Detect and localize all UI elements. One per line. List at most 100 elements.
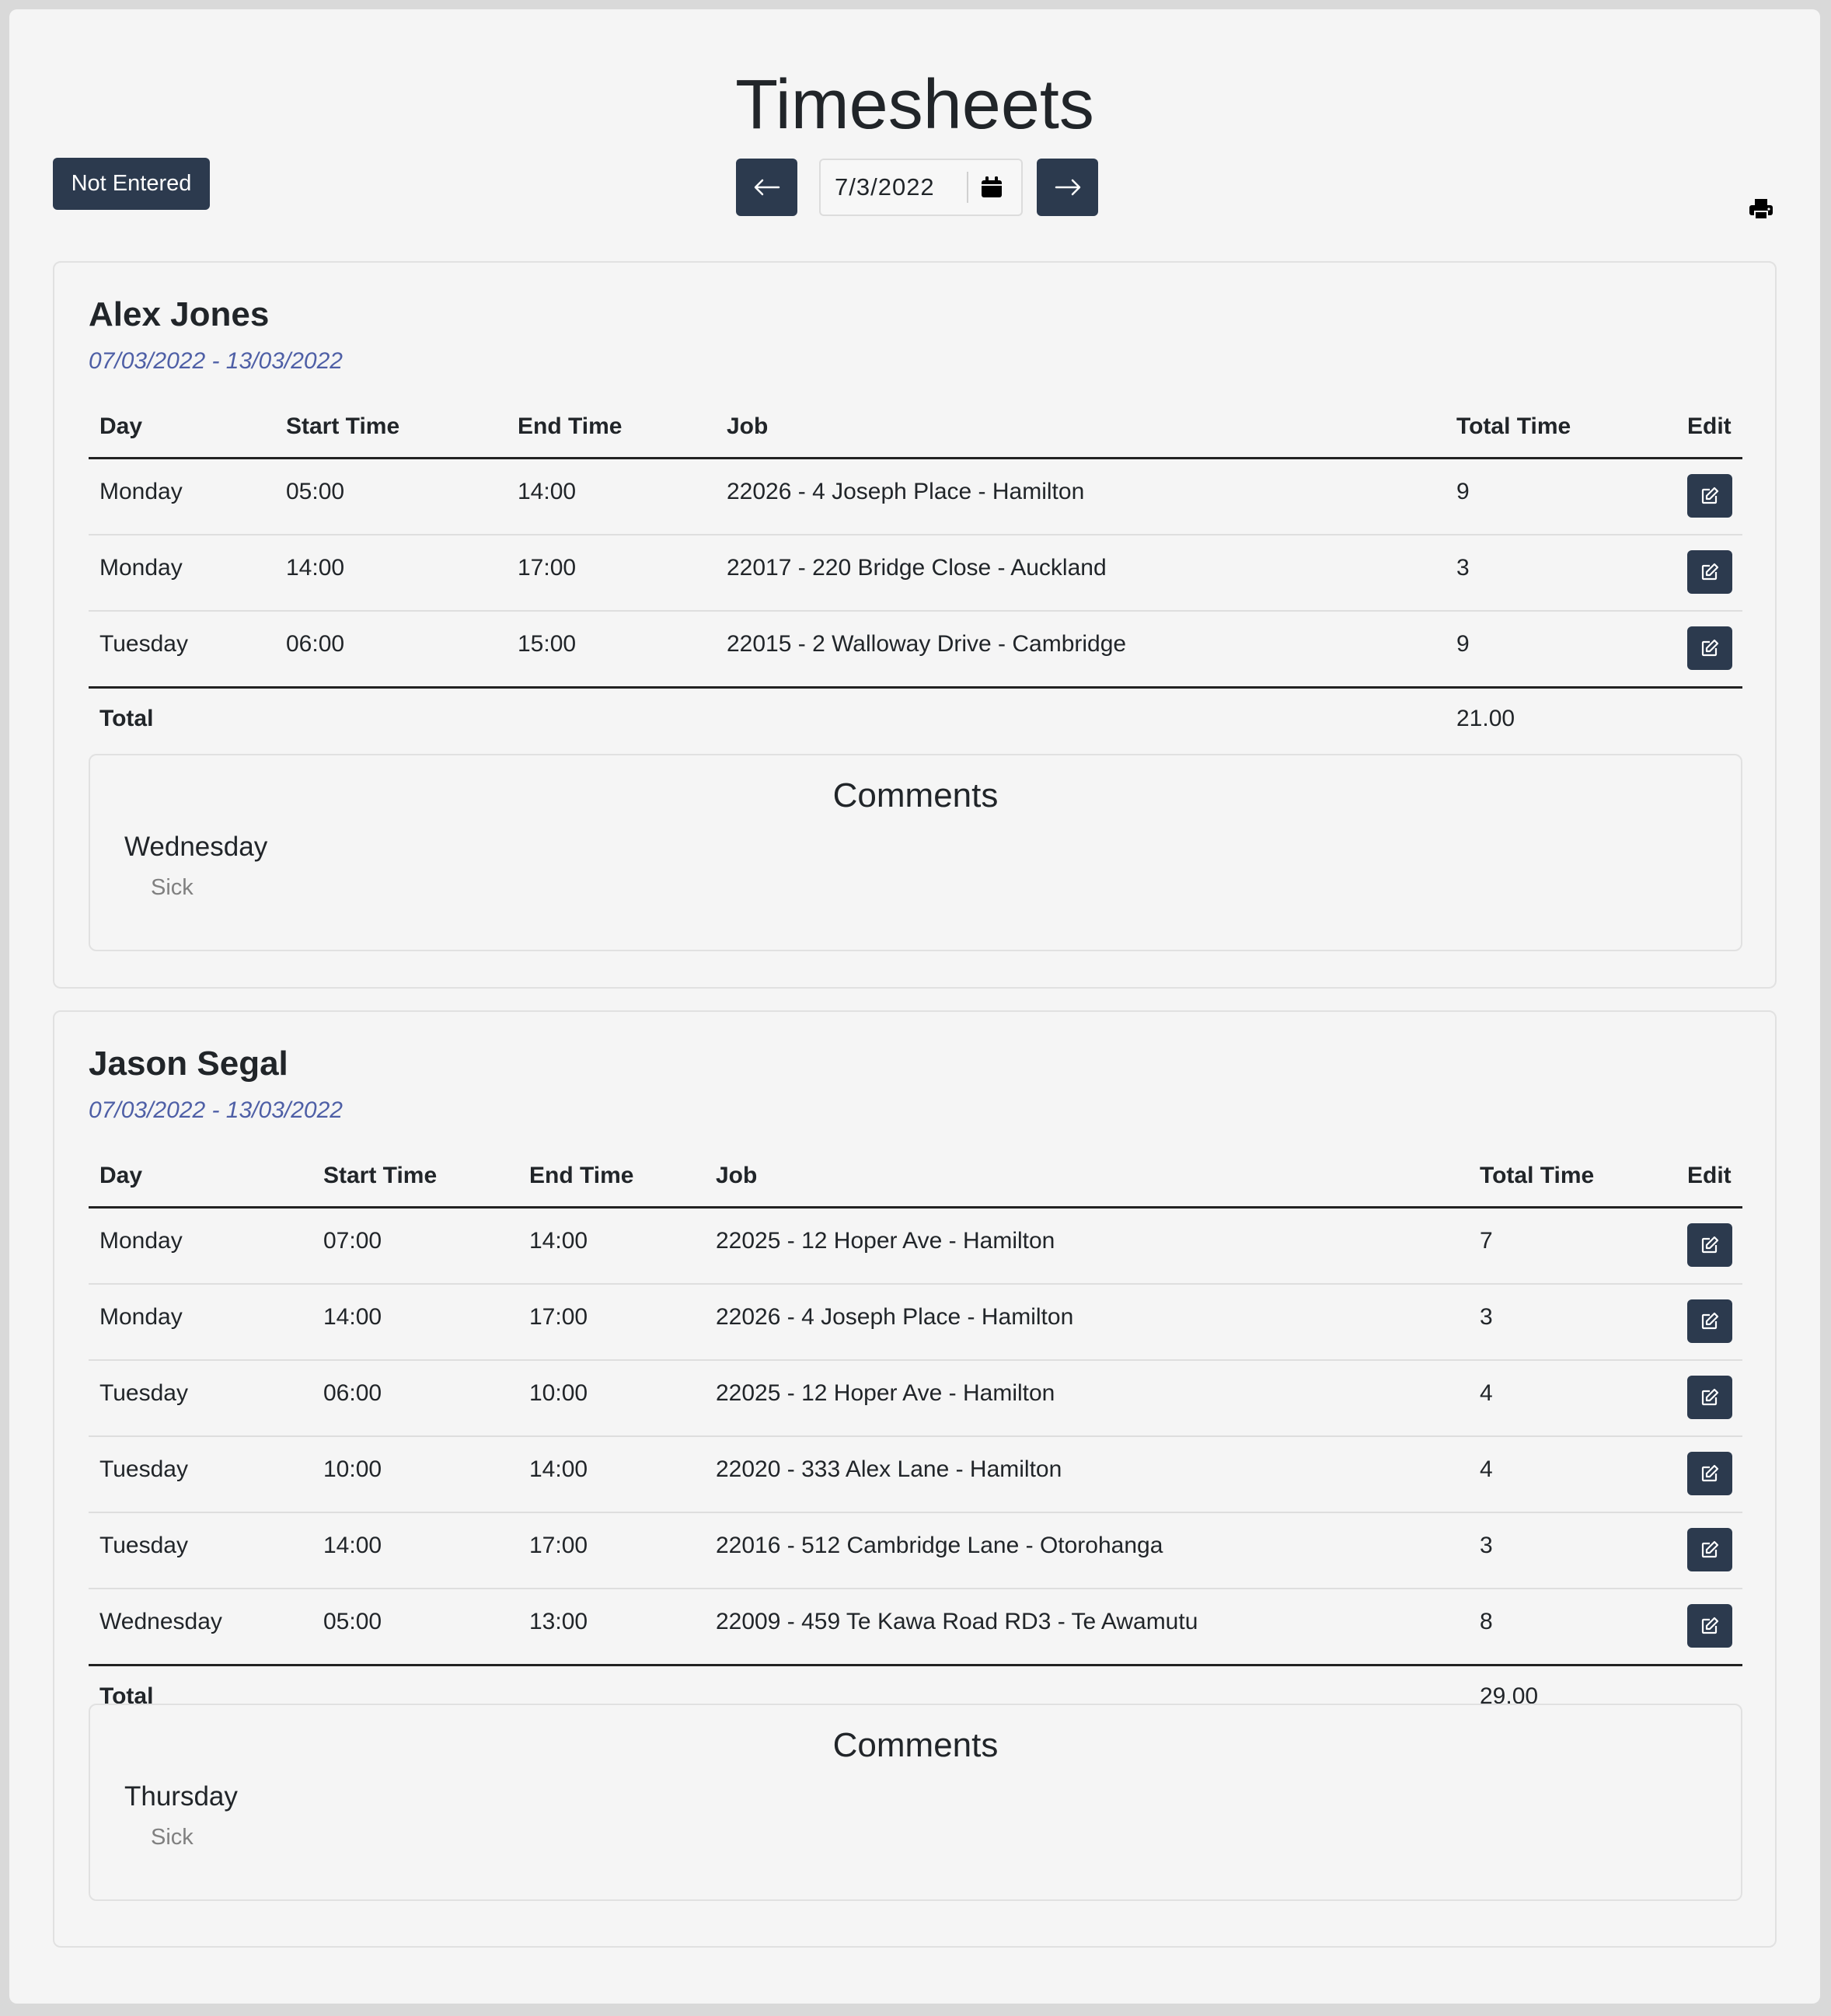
cell-edit xyxy=(1676,611,1742,689)
col-edit: Edit xyxy=(1676,1146,1742,1209)
col-start-time: Start Time xyxy=(312,1146,518,1209)
cell-end: 14:00 xyxy=(518,1436,705,1513)
edit-button[interactable] xyxy=(1687,1528,1732,1571)
print-button[interactable] xyxy=(1745,193,1777,225)
cell-edit xyxy=(1676,1207,1742,1285)
cell-edit xyxy=(1676,1284,1742,1361)
cell-start: 14:00 xyxy=(275,535,507,612)
employee-name: Alex Jones xyxy=(89,295,270,333)
cell-end: 13:00 xyxy=(518,1589,705,1666)
cell-end: 15:00 xyxy=(507,611,716,689)
cell-total: 3 xyxy=(1469,1284,1676,1361)
cell-day: Wednesday xyxy=(89,1589,312,1666)
edit-icon xyxy=(1701,1312,1719,1330)
previous-week-button[interactable] xyxy=(736,159,797,216)
edit-button[interactable] xyxy=(1687,1452,1732,1495)
date-range: 07/03/2022 - 13/03/2022 xyxy=(89,348,343,374)
cell-job: 22025 - 12 Hoper Ave - Hamilton xyxy=(705,1360,1469,1437)
cell-start: 10:00 xyxy=(312,1436,518,1513)
edit-icon xyxy=(1701,563,1719,581)
cell-start: 14:00 xyxy=(312,1512,518,1589)
next-week-button[interactable] xyxy=(1037,159,1098,216)
col-job: Job xyxy=(716,396,1446,459)
cell-total: 8 xyxy=(1469,1589,1676,1666)
table-row: Tuesday 14:00 17:00 22016 - 512 Cambridg… xyxy=(89,1512,1742,1589)
cell-day: Tuesday xyxy=(89,1360,312,1437)
edit-button[interactable] xyxy=(1687,1223,1732,1267)
col-day: Day xyxy=(89,396,275,459)
cell-edit xyxy=(1676,535,1742,612)
arrow-right-icon xyxy=(1055,179,1080,196)
cell-edit xyxy=(1676,1436,1742,1513)
cell-day: Monday xyxy=(89,458,275,535)
arrow-left-icon xyxy=(754,179,779,196)
cell-total: 7 xyxy=(1469,1207,1676,1285)
cell-job: 22026 - 4 Joseph Place - Hamilton xyxy=(716,458,1446,535)
cell-start: 06:00 xyxy=(312,1360,518,1437)
cell-day: Monday xyxy=(89,535,275,612)
table-row: Monday 05:00 14:00 22026 - 4 Joseph Plac… xyxy=(89,458,1742,535)
cell-start: 14:00 xyxy=(312,1284,518,1361)
cell-job: 22017 - 220 Bridge Close - Auckland xyxy=(716,535,1446,612)
cell-day: Tuesday xyxy=(89,611,275,689)
timesheet-table: Day Start Time End Time Job Total Time E… xyxy=(89,396,1742,749)
cell-job: 22025 - 12 Hoper Ave - Hamilton xyxy=(705,1207,1469,1285)
col-end-time: End Time xyxy=(507,396,716,459)
cell-day: Tuesday xyxy=(89,1436,312,1513)
table-row: Monday 07:00 14:00 22025 - 12 Hoper Ave … xyxy=(89,1207,1742,1285)
table-row: Tuesday 06:00 10:00 22025 - 12 Hoper Ave… xyxy=(89,1360,1742,1437)
comment-text: Sick xyxy=(151,1825,194,1850)
col-total-time: Total Time xyxy=(1469,1146,1676,1209)
cell-total: 4 xyxy=(1469,1360,1676,1437)
edit-icon xyxy=(1701,1617,1719,1634)
comments-panel: Comments Thursday Sick xyxy=(89,1704,1742,1901)
edit-icon xyxy=(1701,1540,1719,1558)
total-label: Total xyxy=(99,706,154,731)
cell-start: 05:00 xyxy=(275,458,507,535)
cell-job: 22026 - 4 Joseph Place - Hamilton xyxy=(705,1284,1469,1361)
cell-total: 4 xyxy=(1469,1436,1676,1513)
cell-end: 17:00 xyxy=(507,535,716,612)
cell-edit xyxy=(1676,1589,1742,1666)
edit-button[interactable] xyxy=(1687,1376,1732,1419)
cell-end: 14:00 xyxy=(518,1207,705,1285)
timesheet-card: Alex Jones 07/03/2022 - 13/03/2022 Day S… xyxy=(53,261,1777,989)
cell-day: Tuesday xyxy=(89,1512,312,1589)
date-input[interactable] xyxy=(821,173,967,201)
total-row: Total 21.00 xyxy=(89,688,1742,750)
col-start-time: Start Time xyxy=(275,396,507,459)
edit-icon xyxy=(1701,639,1719,657)
table-row: Tuesday 10:00 14:00 22020 - 333 Alex Lan… xyxy=(89,1436,1742,1513)
edit-button[interactable] xyxy=(1687,626,1732,670)
cell-start: 06:00 xyxy=(275,611,507,689)
edit-icon xyxy=(1701,487,1719,504)
timesheet-card: Jason Segal 07/03/2022 - 13/03/2022 Day … xyxy=(53,1010,1777,1948)
edit-icon xyxy=(1701,1236,1719,1254)
employee-name: Jason Segal xyxy=(89,1045,288,1083)
cell-edit xyxy=(1676,458,1742,535)
table-header: Day Start Time End Time Job Total Time E… xyxy=(89,396,1742,459)
cell-total: 3 xyxy=(1469,1512,1676,1589)
edit-button[interactable] xyxy=(1687,1299,1732,1343)
cell-end: 14:00 xyxy=(507,458,716,535)
not-entered-button[interactable]: Not Entered xyxy=(53,158,210,210)
printer-icon xyxy=(1749,199,1773,220)
cell-edit xyxy=(1676,1360,1742,1437)
calendar-button[interactable] xyxy=(968,164,1015,211)
edit-button[interactable] xyxy=(1687,550,1732,594)
comments-title: Comments xyxy=(832,1726,999,1764)
cell-edit xyxy=(1676,1512,1742,1589)
timesheet-table: Day Start Time End Time Job Total Time E… xyxy=(89,1146,1742,1727)
cell-start: 05:00 xyxy=(312,1589,518,1666)
date-range: 07/03/2022 - 13/03/2022 xyxy=(89,1097,343,1123)
cell-job: 22015 - 2 Walloway Drive - Cambridge xyxy=(716,611,1446,689)
col-edit: Edit xyxy=(1676,396,1742,459)
edit-button[interactable] xyxy=(1687,1604,1732,1648)
edit-button[interactable] xyxy=(1687,474,1732,518)
col-total-time: Total Time xyxy=(1446,396,1676,459)
col-day: Day xyxy=(89,1146,312,1209)
cell-job: 22016 - 512 Cambridge Lane - Otorohanga xyxy=(705,1512,1469,1589)
table-row: Monday 14:00 17:00 22026 - 4 Joseph Plac… xyxy=(89,1284,1742,1361)
table-row: Monday 14:00 17:00 22017 - 220 Bridge Cl… xyxy=(89,535,1742,612)
cell-end: 17:00 xyxy=(518,1512,705,1589)
